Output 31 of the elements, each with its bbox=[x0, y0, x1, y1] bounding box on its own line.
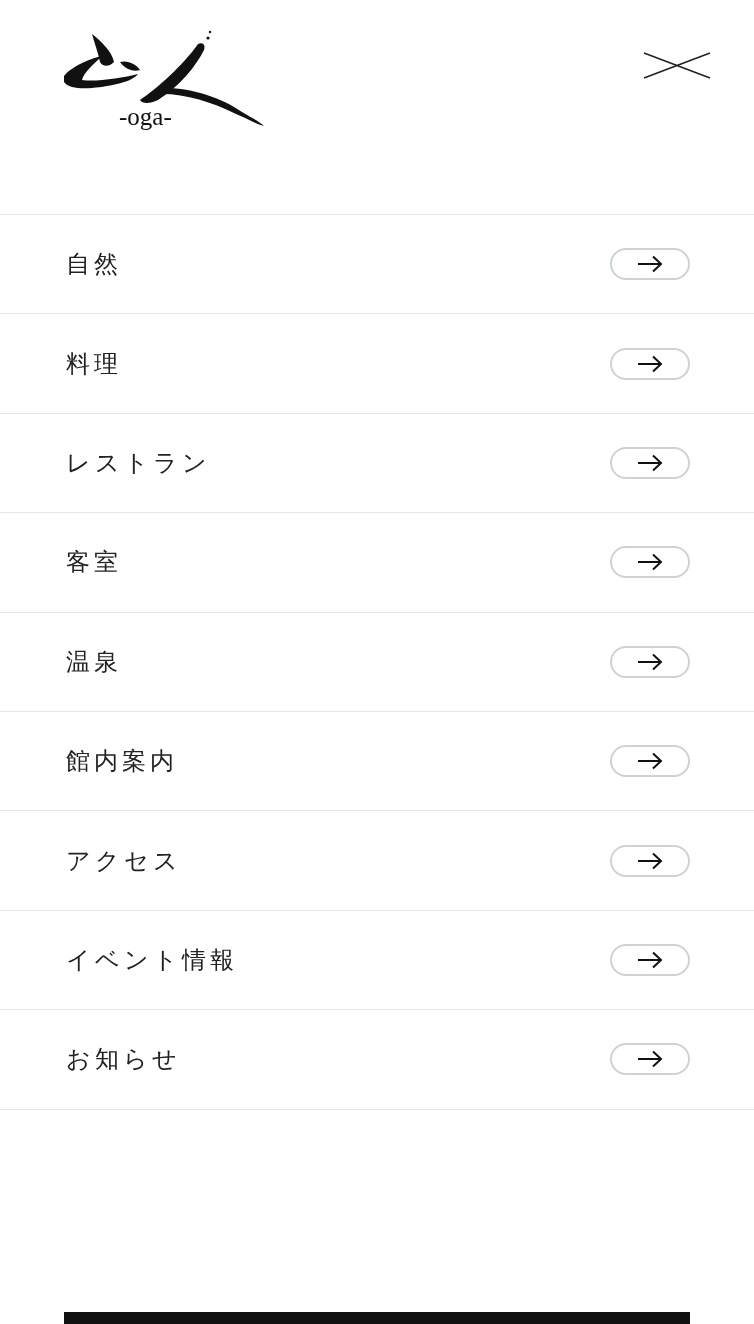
menu-link[interactable]: 料理 bbox=[66, 347, 122, 380]
arrow-icon bbox=[637, 553, 663, 572]
menu-link[interactable]: 館内案内 bbox=[66, 745, 178, 778]
arrow-button[interactable] bbox=[610, 446, 690, 479]
arrow-icon bbox=[637, 255, 663, 274]
arrow-button[interactable] bbox=[610, 745, 690, 778]
arrow-button[interactable] bbox=[610, 1043, 690, 1076]
arrow-button[interactable] bbox=[610, 844, 690, 877]
brush-logo-icon bbox=[62, 28, 266, 128]
menu-link[interactable]: 自然 bbox=[66, 248, 122, 281]
arrow-icon bbox=[637, 851, 663, 870]
menu-link[interactable]: お知らせ bbox=[66, 1043, 181, 1076]
menu-link[interactable]: アクセス bbox=[66, 844, 182, 877]
logo[interactable]: -oga- bbox=[62, 28, 266, 136]
arrow-icon bbox=[637, 453, 663, 472]
menu-link[interactable]: レストラン bbox=[66, 446, 211, 479]
close-icon bbox=[643, 52, 711, 80]
arrow-button[interactable] bbox=[610, 347, 690, 380]
close-button[interactable] bbox=[643, 52, 711, 80]
arrow-icon bbox=[637, 652, 663, 671]
menu-link[interactable]: 客室 bbox=[66, 546, 122, 579]
menu-link[interactable]: 温泉 bbox=[66, 645, 122, 678]
arrow-button[interactable] bbox=[610, 943, 690, 976]
arrow-button[interactable] bbox=[610, 248, 690, 281]
arrow-icon bbox=[637, 950, 663, 969]
arrow-button[interactable] bbox=[610, 546, 690, 579]
arrow-icon bbox=[637, 1050, 663, 1069]
arrow-button[interactable] bbox=[610, 645, 690, 678]
arrow-icon bbox=[637, 354, 663, 373]
arrow-icon bbox=[637, 752, 663, 771]
menu-link[interactable]: イベント情報 bbox=[66, 943, 238, 976]
